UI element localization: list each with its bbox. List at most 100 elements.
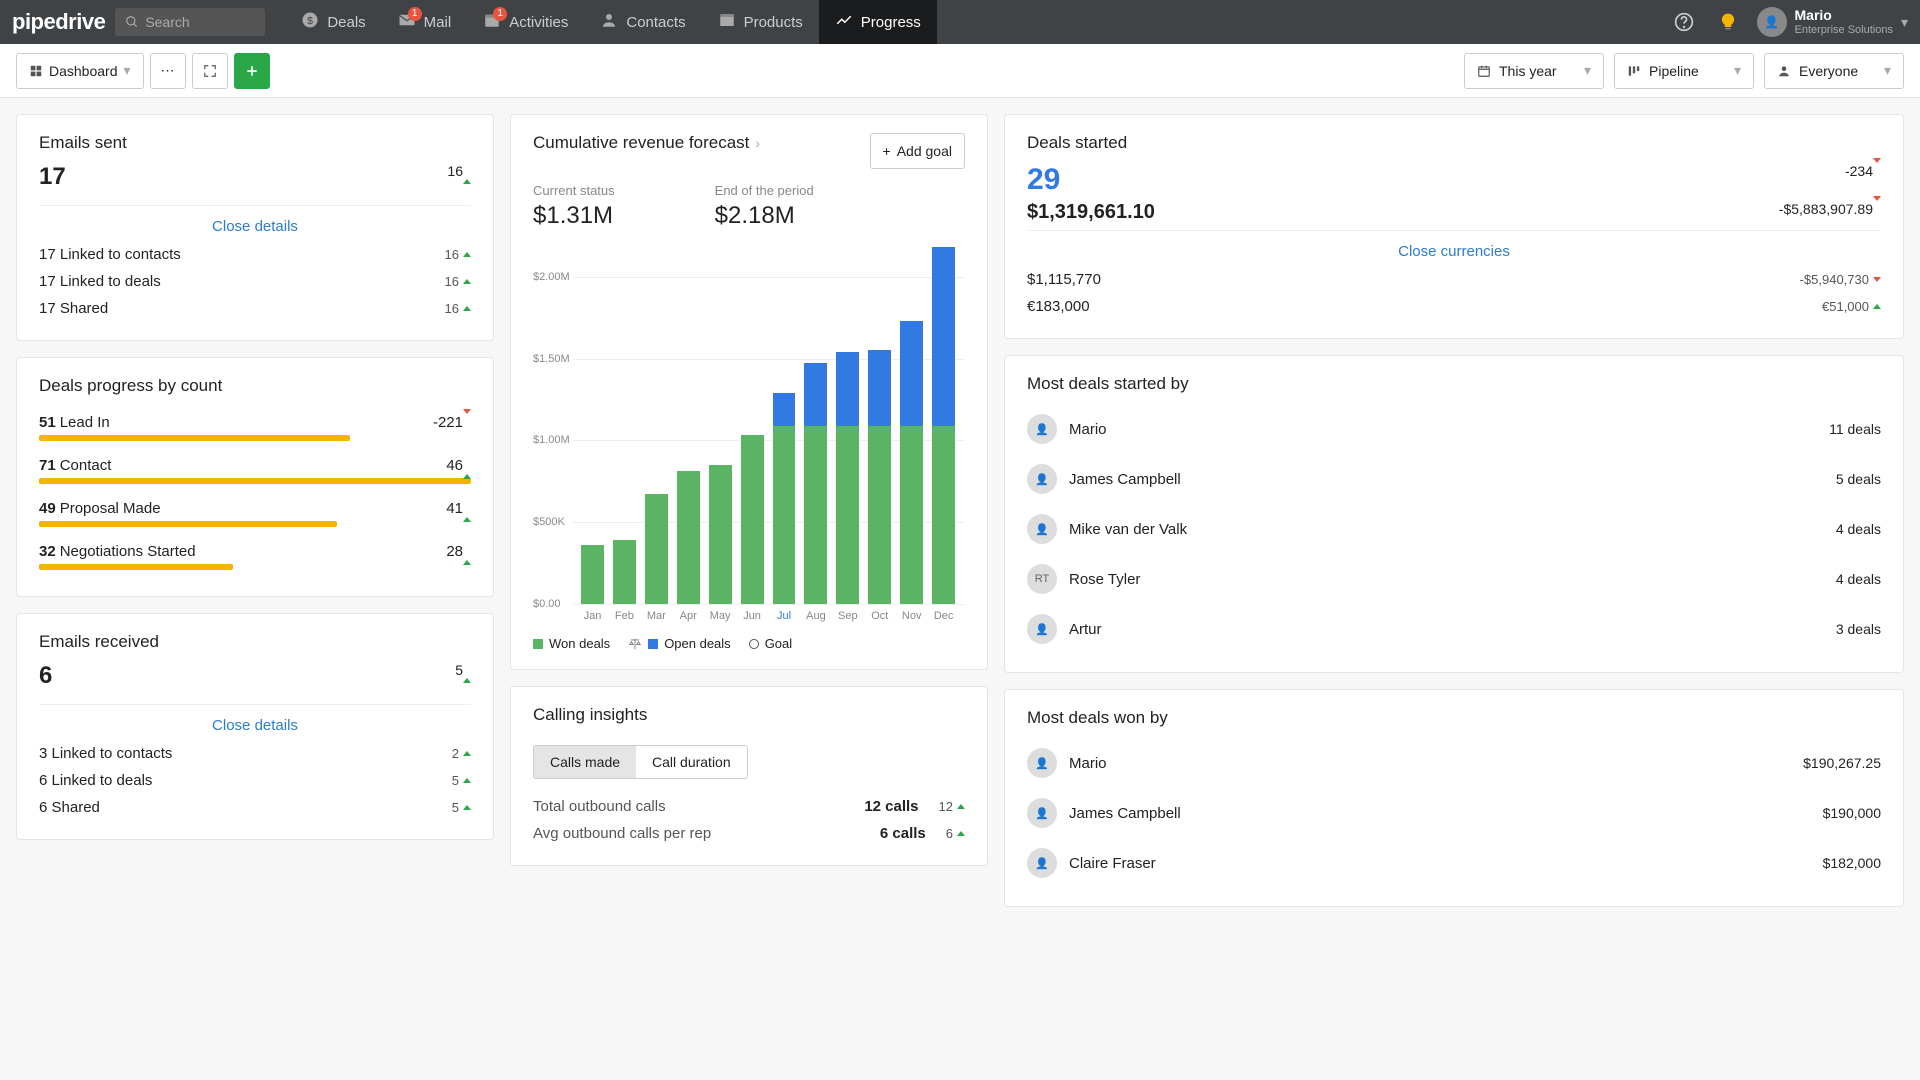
tips-button[interactable] — [1713, 7, 1743, 37]
card-title: Cumulative revenue forecast — [533, 133, 749, 153]
person-name: Rose Tyler — [1069, 571, 1140, 588]
list-item: $1,115,770-$5,940,730 — [1027, 266, 1881, 293]
nav-products[interactable]: Products — [702, 0, 819, 44]
caret-down-icon — [1873, 277, 1881, 282]
tab-calls-made[interactable]: Calls made — [534, 746, 636, 778]
chart-bar[interactable] — [581, 545, 604, 604]
add-goal-button[interactable]: +Add goal — [870, 133, 965, 169]
chart-bar[interactable] — [868, 350, 891, 604]
activities-badge: 1 — [493, 7, 507, 21]
expand-icon — [203, 64, 217, 78]
emails-recv-total: 6 — [39, 662, 52, 690]
user-name: Mario — [1795, 8, 1893, 23]
pipeline-dropdown[interactable]: Pipeline▾ — [1614, 53, 1754, 89]
caret-up-icon — [463, 306, 471, 311]
chart-bar[interactable] — [900, 321, 923, 604]
help-button[interactable] — [1669, 7, 1699, 37]
stat-label: Current status — [533, 183, 615, 198]
chart-bar[interactable] — [613, 540, 636, 604]
card-title: Deals progress by count — [39, 376, 471, 396]
nav-contacts[interactable]: Contacts — [584, 0, 701, 44]
chart-bar[interactable] — [741, 435, 764, 604]
logo: pipedrive — [12, 9, 105, 35]
stage-row: 49Proposal Made41 — [39, 492, 471, 527]
mail-badge: 1 — [408, 7, 422, 21]
dashboard-dropdown[interactable]: Dashboard ▾ — [16, 53, 144, 89]
grid-icon — [29, 64, 43, 78]
x-axis-label: Oct — [868, 610, 891, 622]
chevron-right-icon[interactable]: › — [755, 135, 760, 151]
nav-progress[interactable]: Progress — [819, 0, 937, 44]
caret-down-icon — [1873, 196, 1881, 217]
person-name: Mario — [1069, 755, 1107, 772]
chart-bar[interactable] — [773, 393, 796, 604]
stage-row: 32Negotiations Started28 — [39, 535, 471, 570]
deals-amount: $1,319,661.10 — [1027, 201, 1155, 224]
deals-count: 29 — [1027, 163, 1060, 197]
chevron-down-icon: ▾ — [1584, 62, 1591, 79]
nav-activities[interactable]: 1Activities — [467, 0, 584, 44]
chart-bar[interactable] — [677, 471, 700, 604]
emails-sent-total: 17 — [39, 163, 66, 191]
close-details-link[interactable]: Close details — [39, 212, 471, 241]
caret-up-icon — [463, 543, 471, 565]
search-placeholder: Search — [145, 14, 189, 30]
mail-icon: 1 — [398, 11, 416, 33]
user-menu[interactable]: 👤 Mario Enterprise Solutions ▾ — [1757, 7, 1908, 37]
stat-value: $2.18M — [715, 202, 814, 230]
caret-up-icon — [463, 500, 471, 522]
person-row: 👤Mike van der Valk4 deals — [1027, 504, 1881, 554]
deals-started-card: Deals started 29 -234 $1,319,661.10 -$5,… — [1004, 114, 1904, 339]
person-value: $190,000 — [1823, 805, 1881, 821]
caret-up-icon — [463, 805, 471, 810]
nav-deals[interactable]: $Deals — [285, 0, 381, 44]
svg-text:$: $ — [307, 15, 313, 27]
legend-swatch — [749, 639, 759, 649]
chevron-down-icon: ▾ — [1734, 62, 1741, 79]
person-value: 3 deals — [1836, 621, 1881, 637]
search-input[interactable]: Search — [115, 8, 265, 36]
user-company: Enterprise Solutions — [1795, 24, 1893, 36]
fullscreen-button[interactable] — [192, 53, 228, 89]
person-name: James Campbell — [1069, 805, 1181, 822]
avatar: 👤 — [1027, 514, 1057, 544]
close-currencies-link[interactable]: Close currencies — [1027, 237, 1881, 266]
caret-up-icon — [463, 252, 471, 257]
more-button[interactable]: ⋯ — [150, 53, 186, 89]
list-item: 3 Linked to contacts2 — [39, 740, 471, 767]
x-axis-label: Mar — [645, 610, 668, 622]
chart-bar[interactable] — [709, 465, 732, 604]
stage-row: 51Lead In-221 — [39, 406, 471, 441]
x-axis-label: Jan — [581, 610, 604, 622]
chart-bar[interactable] — [836, 352, 859, 604]
plus-icon — [245, 64, 259, 78]
tab-call-duration[interactable]: Call duration — [636, 746, 747, 778]
caret-up-icon — [463, 457, 471, 479]
progress-bar — [39, 564, 233, 570]
chart-bar[interactable] — [645, 494, 668, 604]
emails-sent-card: Emails sent 17 16 Close details 17 Linke… — [16, 114, 494, 341]
close-details-link[interactable]: Close details — [39, 711, 471, 740]
chart-bar[interactable] — [932, 247, 955, 604]
person-name: Mario — [1069, 421, 1107, 438]
person-value: 4 deals — [1836, 571, 1881, 587]
legend-swatch — [533, 639, 543, 649]
chevron-down-icon: ▾ — [1901, 14, 1908, 31]
nav-mail[interactable]: 1Mail — [382, 0, 468, 44]
person-row: 👤James Campbell$190,000 — [1027, 788, 1881, 838]
person-name: Artur — [1069, 621, 1102, 638]
chart-icon — [835, 11, 853, 33]
calendar-icon: 1 — [483, 11, 501, 33]
chart-bar[interactable] — [804, 363, 827, 604]
x-axis-label: Nov — [900, 610, 923, 622]
person-row: 👤James Campbell5 deals — [1027, 454, 1881, 504]
progress-bar — [39, 435, 350, 441]
calling-card: Calling insights Calls made Call duratio… — [510, 686, 988, 866]
list-item: Avg outbound calls per rep6 calls6 — [533, 820, 965, 847]
person-name: Claire Fraser — [1069, 855, 1156, 872]
period-dropdown[interactable]: This year▾ — [1464, 53, 1604, 89]
plus-icon: + — [883, 143, 891, 159]
everyone-dropdown[interactable]: Everyone▾ — [1764, 53, 1904, 89]
list-item: 17 Shared16 — [39, 295, 471, 322]
add-button[interactable] — [234, 53, 270, 89]
